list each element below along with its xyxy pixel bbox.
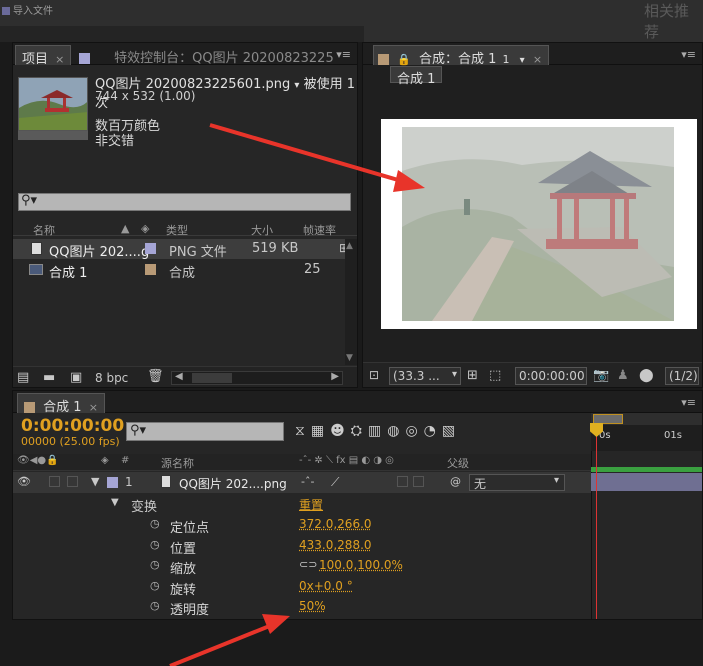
annotation-arrows xyxy=(169,123,425,666)
arrow-head xyxy=(262,614,290,634)
arrow-head xyxy=(393,170,425,192)
